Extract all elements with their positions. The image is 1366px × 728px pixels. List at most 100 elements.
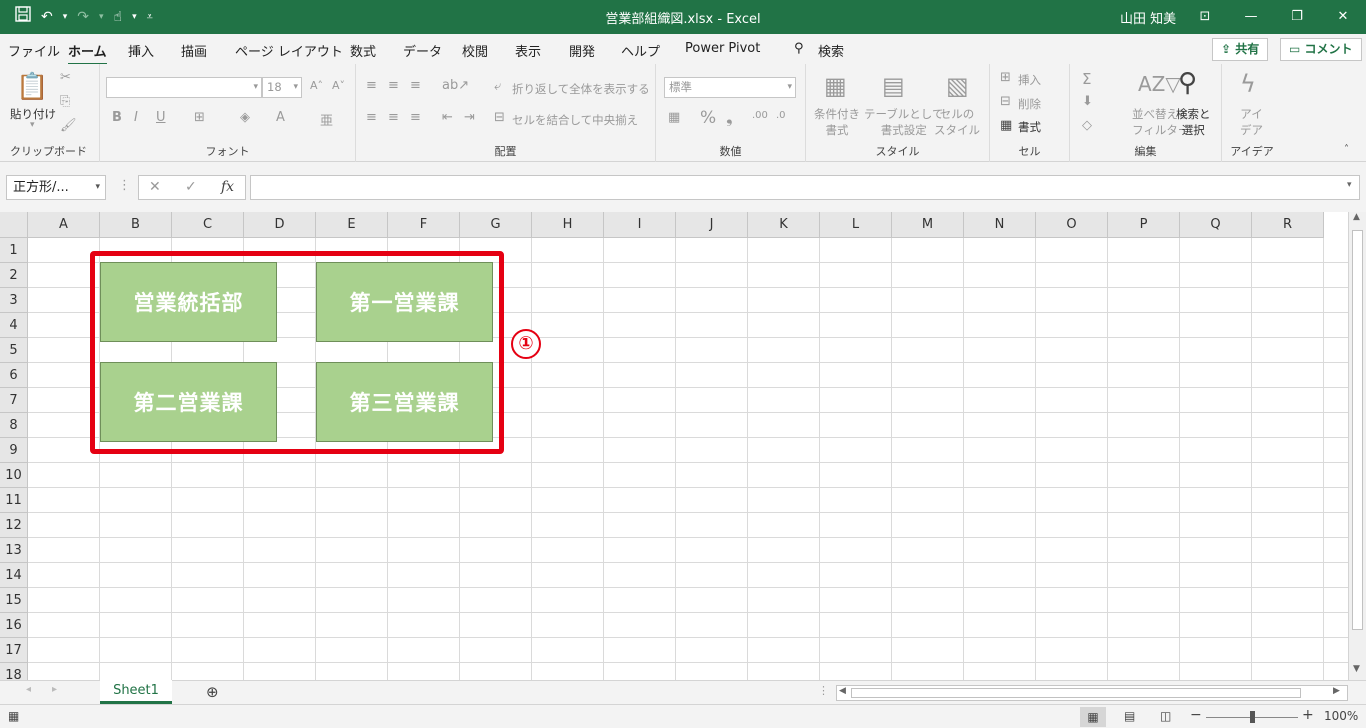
vertical-scroll-thumb[interactable] <box>1352 230 1363 630</box>
search-box[interactable]: 検索 <box>818 41 844 60</box>
font-color-icon[interactable]: A <box>276 110 285 125</box>
row-header[interactable]: 4 <box>0 313 28 338</box>
comma-icon[interactable]: ❟ <box>726 108 733 128</box>
column-header[interactable]: N <box>964 212 1036 238</box>
column-header[interactable]: Q <box>1180 212 1252 238</box>
horizontal-scroll-thumb[interactable] <box>851 688 1301 698</box>
format-cells-button[interactable]: 書式 <box>1018 119 1041 135</box>
page-layout-view-icon[interactable]: ▤ <box>1124 709 1135 723</box>
tab-insert[interactable]: 挿入 <box>128 41 154 60</box>
row-header[interactable]: 1 <box>0 238 28 263</box>
align-middle-icon[interactable]: ≡ <box>388 78 399 93</box>
tab-formulas[interactable]: 数式 <box>350 41 376 60</box>
shape-eigyo-tokatsu[interactable]: 営業統括部 <box>100 262 277 342</box>
format-painter-icon[interactable]: 🖌 <box>60 118 77 133</box>
column-header[interactable]: F <box>388 212 460 238</box>
page-break-view-icon[interactable]: ◫ <box>1160 709 1171 723</box>
scroll-right-icon[interactable]: ▶ <box>1333 686 1340 696</box>
ideas-button[interactable]: アイ デア <box>1240 106 1263 138</box>
paste-icon[interactable]: 📋 <box>16 72 48 102</box>
cut-icon[interactable]: ✂ <box>60 70 71 85</box>
merge-center-icon[interactable]: ⊟ <box>494 110 505 125</box>
align-top-icon[interactable]: ≡ <box>366 78 377 93</box>
normal-view-icon[interactable]: ▦ <box>1080 707 1106 727</box>
increase-decimal-icon[interactable]: .00 <box>752 110 768 121</box>
row-header[interactable]: 13 <box>0 538 28 563</box>
clear-icon[interactable]: ◇ <box>1082 118 1092 133</box>
column-header[interactable]: A <box>28 212 100 238</box>
column-header[interactable]: M <box>892 212 964 238</box>
conditional-format-button[interactable]: 条件付き 書式 <box>814 106 860 138</box>
wrap-text-icon[interactable]: ⤶ <box>494 79 501 94</box>
macro-record-icon[interactable]: ▦ <box>8 709 19 723</box>
column-header[interactable]: H <box>532 212 604 238</box>
tab-draw[interactable]: 描画 <box>181 41 207 60</box>
sort-filter-icon[interactable]: AZ▽ <box>1138 72 1181 96</box>
insert-cells-button[interactable]: 挿入 <box>1018 72 1041 88</box>
phonetic-icon[interactable]: 亜 <box>320 110 333 129</box>
tab-power-pivot[interactable]: Power Pivot <box>685 41 760 56</box>
find-select-icon[interactable]: ⚲ <box>1178 68 1197 98</box>
conditional-format-icon[interactable]: ▦ <box>824 72 847 100</box>
orientation-icon[interactable]: ab↗ <box>442 78 469 93</box>
share-button[interactable]: ⇪ 共有 <box>1212 38 1269 61</box>
tab-review[interactable]: 校閲 <box>462 41 488 60</box>
bold-icon[interactable]: B <box>112 110 122 125</box>
align-bottom-icon[interactable]: ≡ <box>410 78 421 93</box>
scroll-down-icon[interactable]: ▼ <box>1353 664 1360 674</box>
tab-view[interactable]: 表示 <box>515 41 541 60</box>
column-header[interactable]: J <box>676 212 748 238</box>
ribbon-display-options-icon[interactable]: ⊡ <box>1182 0 1228 34</box>
tab-help[interactable]: ヘルプ <box>621 41 660 60</box>
row-header[interactable]: 2 <box>0 263 28 288</box>
format-as-table-icon[interactable]: ▤ <box>882 72 905 100</box>
comment-button[interactable]: ▭ コメント <box>1280 38 1362 61</box>
wrap-text-button[interactable]: 折り返して全体を表示する <box>512 81 650 97</box>
ideas-icon[interactable]: ϟ <box>1240 70 1256 98</box>
column-header[interactable]: C <box>172 212 244 238</box>
cell-styles-button[interactable]: セルの スタイル <box>934 106 980 138</box>
shape-daiichi-eigyo[interactable]: 第一営業課 <box>316 262 493 342</box>
tab-developer[interactable]: 開発 <box>569 41 595 60</box>
search-icon[interactable]: ⚲ <box>794 41 804 56</box>
shape-daini-eigyo[interactable]: 第二営業課 <box>100 362 277 442</box>
row-header[interactable]: 9 <box>0 438 28 463</box>
tab-data[interactable]: データ <box>403 41 442 60</box>
restore-button[interactable]: ❐ <box>1274 0 1320 34</box>
close-button[interactable]: ✕ <box>1320 0 1366 34</box>
format-cells-icon[interactable]: ▦ <box>1000 118 1012 133</box>
formula-input[interactable] <box>250 175 1360 200</box>
percent-icon[interactable]: % <box>700 108 716 128</box>
number-format-combo[interactable]: 標準 ▾ <box>664 77 796 98</box>
zoom-slider-knob[interactable] <box>1250 711 1255 723</box>
align-right-icon[interactable]: ≡ <box>410 110 421 125</box>
name-box[interactable]: 正方形/... ▾ <box>6 175 106 200</box>
insert-function-icon[interactable]: fx <box>221 179 234 195</box>
tab-home[interactable]: ホーム <box>68 41 107 66</box>
select-all-corner[interactable] <box>0 212 28 238</box>
row-header[interactable]: 7 <box>0 388 28 413</box>
autosum-icon[interactable]: Σ <box>1082 70 1091 88</box>
delete-cells-icon[interactable]: ⊟ <box>1000 94 1011 109</box>
next-sheet-icon[interactable]: ▸ <box>52 684 57 695</box>
font-name-combo[interactable]: ▾ <box>106 77 262 98</box>
fill-color-icon[interactable]: ◈ <box>240 110 250 125</box>
row-header[interactable]: 6 <box>0 363 28 388</box>
scroll-left-icon[interactable]: ◀ <box>839 686 846 696</box>
row-header[interactable]: 3 <box>0 288 28 313</box>
vertical-scrollbar[interactable]: ▲ ▼ <box>1348 212 1366 680</box>
cancel-icon[interactable]: ✕ <box>149 179 161 195</box>
scroll-up-icon[interactable]: ▲ <box>1353 212 1360 222</box>
shape-daisan-eigyo[interactable]: 第三営業課 <box>316 362 493 442</box>
column-header[interactable]: G <box>460 212 532 238</box>
align-left-icon[interactable]: ≡ <box>366 110 377 125</box>
decrease-decimal-icon[interactable]: .0 <box>776 110 786 121</box>
fill-icon[interactable]: ⬇ <box>1082 94 1093 109</box>
user-name[interactable]: 山田 知美 <box>1120 8 1176 27</box>
increase-font-icon[interactable]: A˄ <box>310 79 323 92</box>
zoom-out-icon[interactable]: − <box>1190 707 1202 723</box>
paste-dropdown-icon[interactable]: ▾ <box>30 120 35 130</box>
add-sheet-icon[interactable]: ⊕ <box>206 683 219 701</box>
cell-styles-icon[interactable]: ▧ <box>946 72 969 100</box>
collapse-ribbon-icon[interactable]: ˄ <box>1344 144 1349 155</box>
